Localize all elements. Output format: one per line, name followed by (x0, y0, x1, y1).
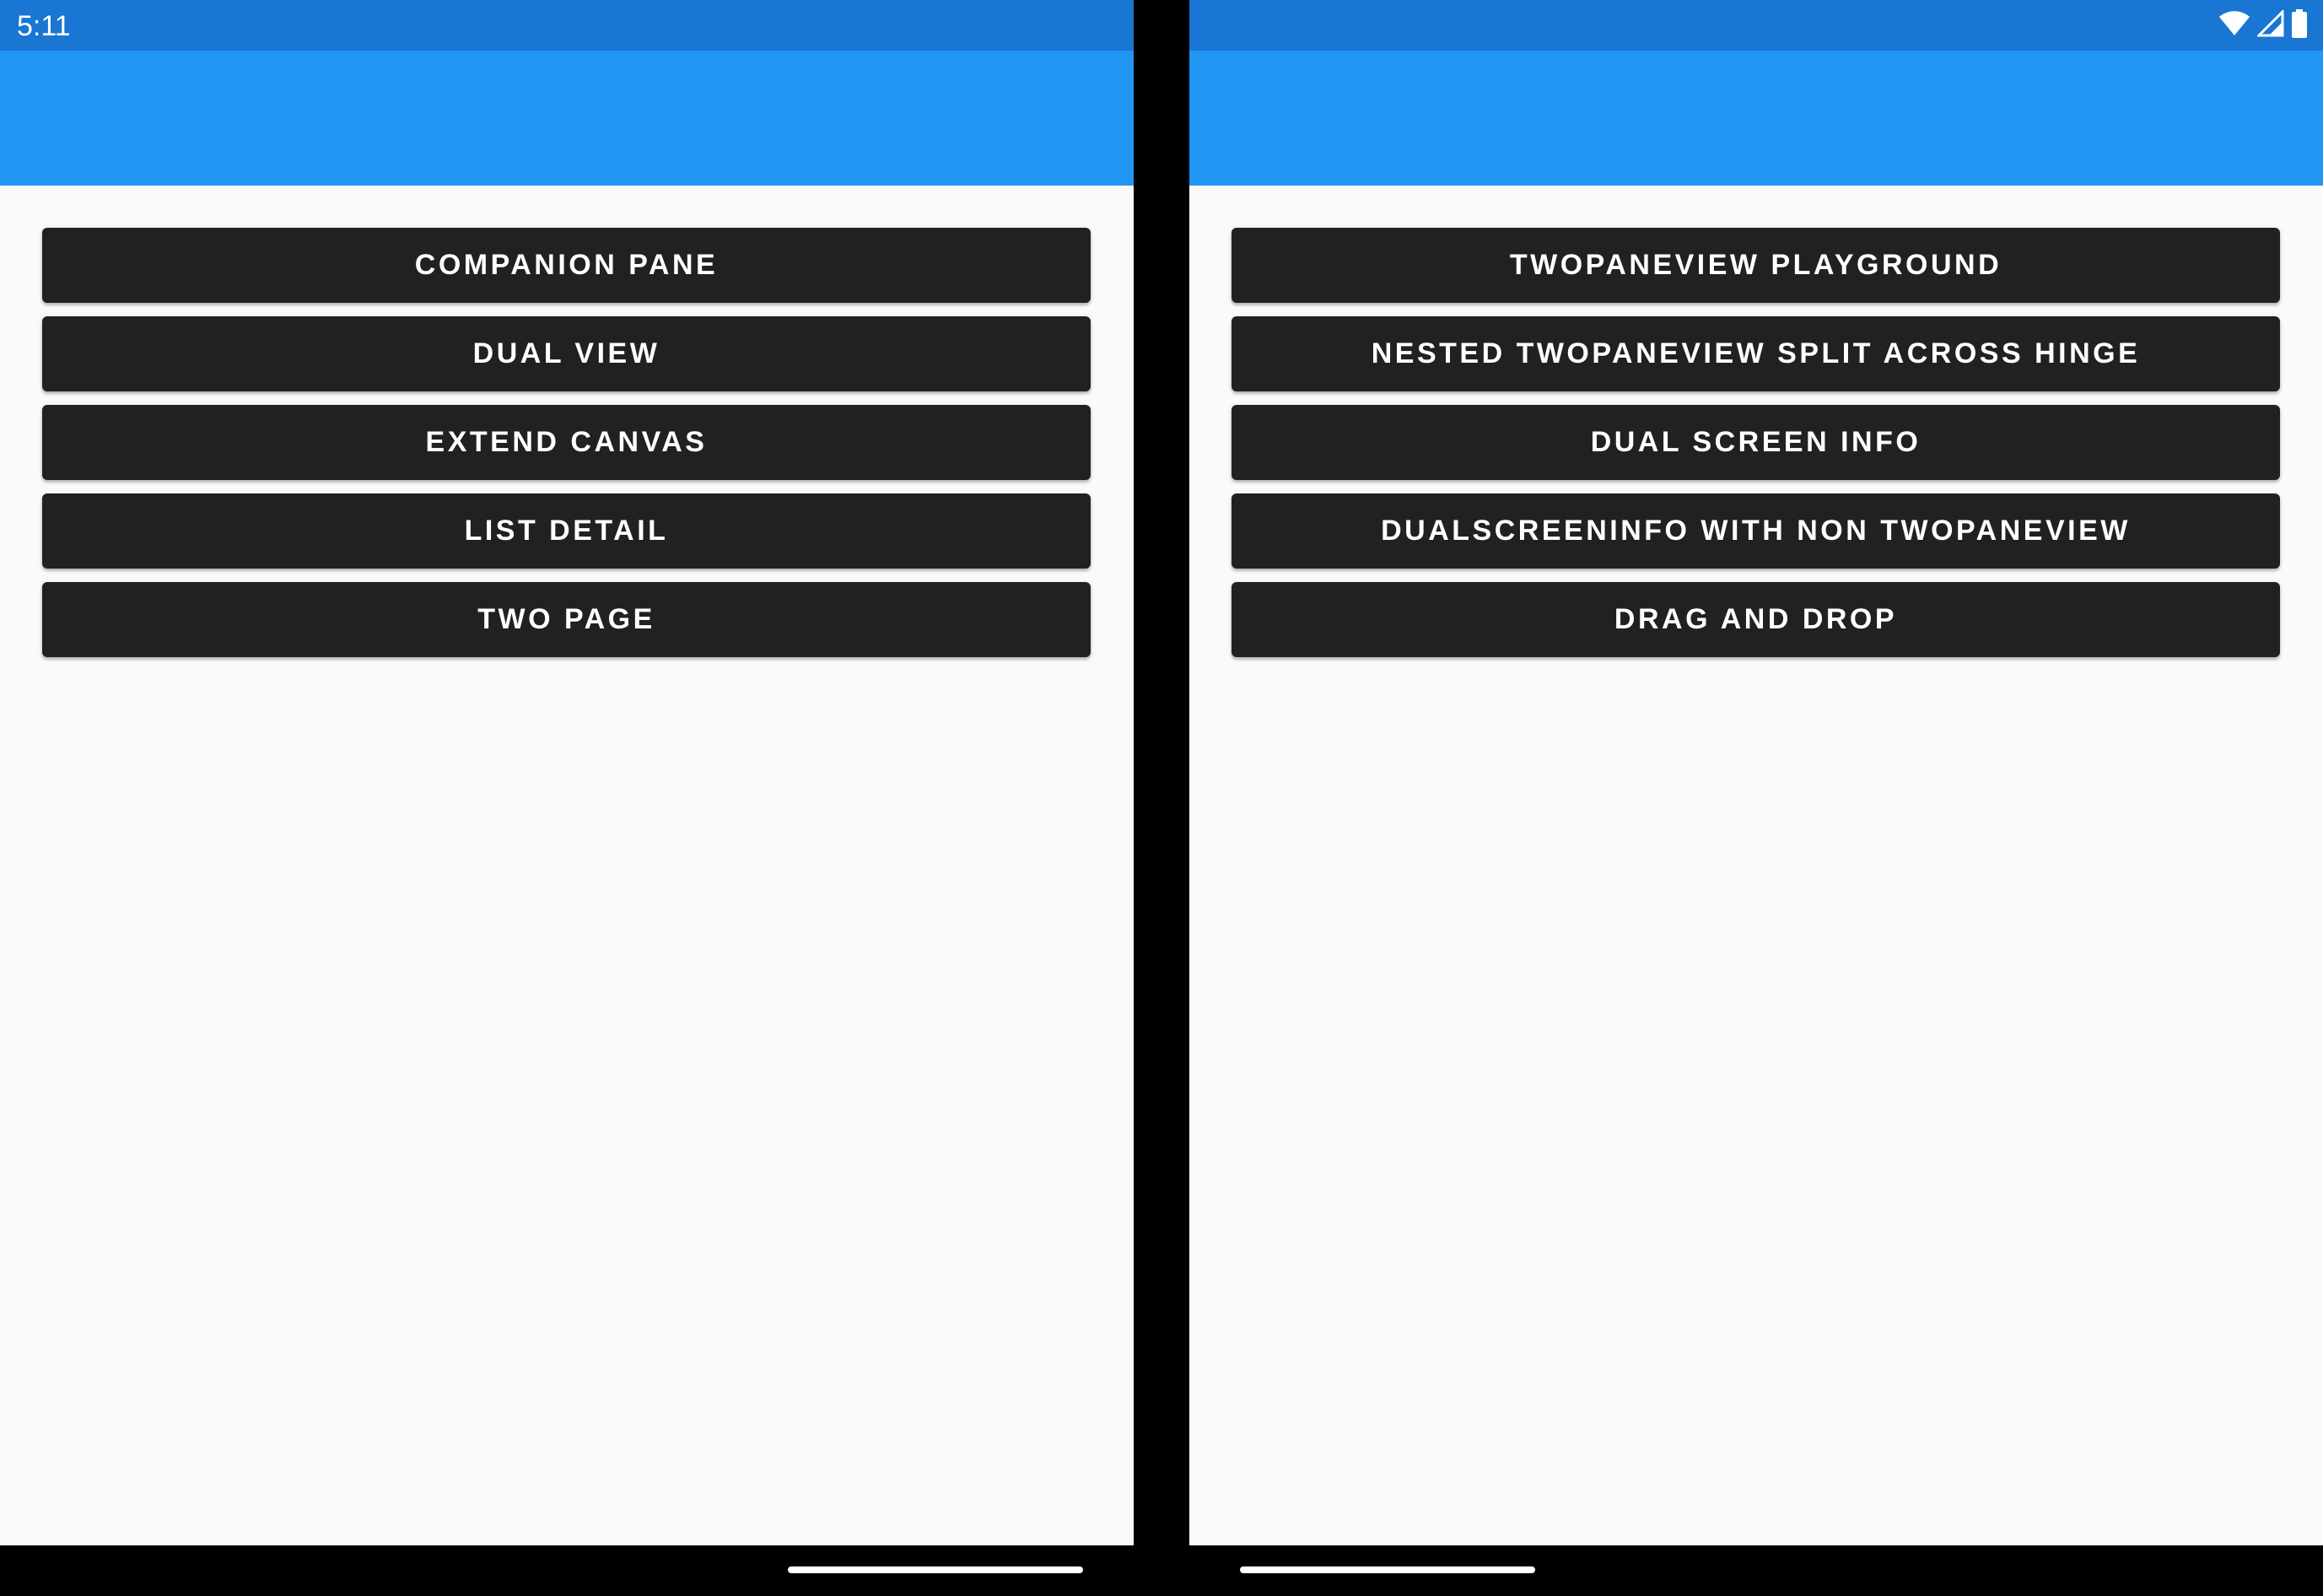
dualscreeninfo-non-twopaneview-button[interactable]: DUALSCREENINFO WITH NON TWOPANEVIEW (1232, 493, 2280, 569)
status-bar-right (1189, 0, 2323, 51)
status-icons (2218, 8, 2308, 42)
navigation-bar (0, 1545, 2323, 1596)
right-screen: TWOPANEVIEW PLAYGROUND NESTED TWOPANEVIE… (1189, 0, 2323, 1545)
drag-and-drop-button[interactable]: DRAG AND DROP (1232, 582, 2280, 657)
dual-screen-device: 5:11 COMPANION PANE DUAL VIEW EXTEND CAN… (0, 0, 2323, 1596)
app-bar-right (1189, 51, 2323, 186)
cell-signal-icon (2256, 8, 2284, 41)
dual-view-button[interactable]: DUAL VIEW (42, 316, 1091, 391)
wifi-icon (2218, 10, 2250, 41)
left-button-list: COMPANION PANE DUAL VIEW EXTEND CANVAS L… (42, 228, 1091, 671)
list-detail-button[interactable]: LIST DETAIL (42, 493, 1091, 569)
status-bar-left: 5:11 (0, 0, 1134, 51)
two-page-button[interactable]: TWO PAGE (42, 582, 1091, 657)
gesture-handle-right[interactable] (1240, 1566, 1535, 1573)
twopaneview-playground-button[interactable]: TWOPANEVIEW PLAYGROUND (1232, 228, 2280, 303)
nested-twopaneview-button[interactable]: NESTED TWOPANEVIEW SPLIT ACROSS HINGE (1232, 316, 2280, 391)
right-button-list: TWOPANEVIEW PLAYGROUND NESTED TWOPANEVIE… (1232, 228, 2280, 671)
gesture-handle-left[interactable] (788, 1566, 1083, 1573)
extend-canvas-button[interactable]: EXTEND CANVAS (42, 405, 1091, 480)
left-screen: 5:11 COMPANION PANE DUAL VIEW EXTEND CAN… (0, 0, 1134, 1545)
app-bar-left (0, 51, 1134, 186)
dual-screen-info-button[interactable]: DUAL SCREEN INFO (1232, 405, 2280, 480)
status-time: 5:11 (17, 10, 71, 42)
battery-icon (2291, 8, 2308, 42)
companion-pane-button[interactable]: COMPANION PANE (42, 228, 1091, 303)
hinge (1134, 0, 1189, 1545)
